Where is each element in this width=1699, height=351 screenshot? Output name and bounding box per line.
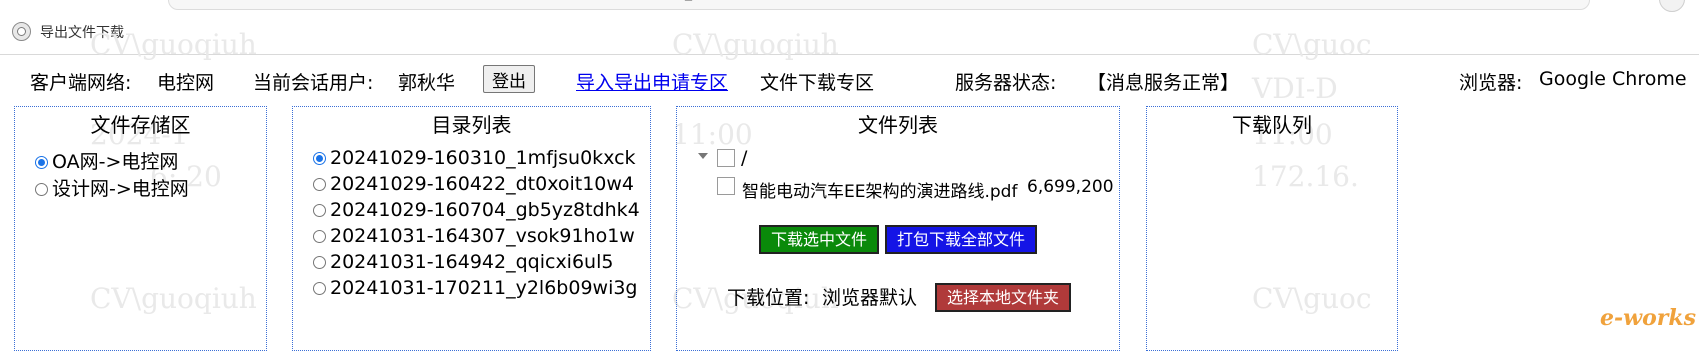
directory-item-label: 20241029-160704_gb5yz8tdhk4 xyxy=(330,199,640,221)
storage-option-label: 设计网->电控网 xyxy=(52,178,189,200)
app-icon xyxy=(12,22,31,41)
download-all-button[interactable]: 打包下载全部文件 xyxy=(885,225,1037,254)
directory-item-label: 20241029-160422_dt0xoit10w4 xyxy=(330,173,635,195)
client-network-label: 客户端网络: xyxy=(30,72,132,94)
import-export-link[interactable]: 导入导出申请专区 xyxy=(576,68,728,95)
radio-unchecked-icon[interactable] xyxy=(313,204,326,217)
download-location-value: 浏览器默认 xyxy=(822,287,918,309)
session-user-value: 郭秋华 xyxy=(398,72,456,94)
storage-option-oa[interactable]: OA网->电控网 xyxy=(35,147,178,174)
radio-unchecked-icon[interactable] xyxy=(313,178,326,191)
file-list-panel: 文件列表 / 智能电动汽车EE架构的演进路线.pdf 6,699,200 下载选… xyxy=(676,106,1120,351)
browser-titlebar: _ 导出文件下载 xyxy=(0,0,1699,55)
download-location-label: 下载位置: xyxy=(727,287,810,309)
storage-panel: 文件存储区 OA网->电控网 设计网->电控网 xyxy=(14,106,267,351)
file-list-panel-title: 文件列表 xyxy=(858,113,938,137)
file-size: 6,699,200 xyxy=(1027,177,1114,197)
download-selected-button[interactable]: 下载选中文件 xyxy=(759,225,879,254)
root-folder-label: / xyxy=(741,147,748,169)
directory-item-label: 20241031-164942_qqicxi6ul5 xyxy=(330,251,614,273)
logout-button[interactable]: 登出 xyxy=(483,65,535,93)
server-status-label: 服务器状态: xyxy=(955,72,1057,94)
radio-checked-icon[interactable] xyxy=(35,156,48,169)
address-bar-glyph: _ xyxy=(685,0,692,1)
radio-unchecked-icon[interactable] xyxy=(313,230,326,243)
directory-item[interactable]: 20241031-164307_vsok91ho1w xyxy=(313,225,635,247)
directory-item[interactable]: 20241031-170211_y2l6b09wi3g xyxy=(313,277,638,299)
storage-panel-title: 文件存储区 xyxy=(90,113,191,137)
radio-checked-icon[interactable] xyxy=(313,152,326,165)
directory-panel-title: 目录列表 xyxy=(431,113,512,137)
radio-unchecked-icon[interactable] xyxy=(35,183,48,196)
page-title: 导出文件下载 xyxy=(40,25,124,41)
server-status-value: 【消息服务正常】 xyxy=(1087,72,1240,94)
directory-item-label: 20241031-170211_y2l6b09wi3g xyxy=(330,277,638,299)
directory-panel: 目录列表 20241029-160310_1mfjsu0kxck 2024102… xyxy=(292,106,651,351)
eworks-logo: e-works xyxy=(1600,305,1696,331)
session-info-bar: 客户端网络: 电控网 当前会话用户: 郭秋华 登出 导入导出申请专区 文件下载专… xyxy=(0,64,1699,94)
client-network-value: 电控网 xyxy=(157,72,215,94)
file-checkbox[interactable] xyxy=(717,177,735,195)
tree-expand-icon[interactable] xyxy=(698,153,708,159)
choose-folder-button[interactable]: 选择本地文件夹 xyxy=(935,283,1071,312)
download-queue-title: 下载队列 xyxy=(1232,113,1312,137)
directory-item[interactable]: 20241029-160422_dt0xoit10w4 xyxy=(313,173,634,195)
directory-item-label: 20241031-164307_vsok91ho1w xyxy=(330,225,635,247)
download-area-label: 文件下载专区 xyxy=(760,72,875,94)
file-name: 智能电动汽车EE架构的演进路线.pdf xyxy=(742,182,1018,202)
directory-item[interactable]: 20241029-160310_1mfjsu0kxck xyxy=(313,147,636,169)
profile-avatar[interactable] xyxy=(1659,0,1685,12)
session-user-label: 当前会话用户: xyxy=(253,72,374,94)
browser-value: Google Chrome xyxy=(1539,68,1687,90)
directory-item[interactable]: 20241031-164942_qqicxi6ul5 xyxy=(313,251,613,273)
directory-item[interactable]: 20241029-160704_gb5yz8tdhk4 xyxy=(313,199,640,221)
download-queue-panel: 下载队列 xyxy=(1146,106,1398,351)
radio-unchecked-icon[interactable] xyxy=(313,256,326,269)
root-checkbox[interactable] xyxy=(717,149,735,167)
storage-option-design[interactable]: 设计网->电控网 xyxy=(35,174,189,201)
directory-item-label: 20241029-160310_1mfjsu0kxck xyxy=(330,147,636,169)
browser-label: 浏览器: xyxy=(1459,72,1523,94)
storage-option-label: OA网->电控网 xyxy=(52,151,179,173)
radio-unchecked-icon[interactable] xyxy=(313,282,326,295)
address-bar[interactable]: _ xyxy=(168,0,1590,10)
